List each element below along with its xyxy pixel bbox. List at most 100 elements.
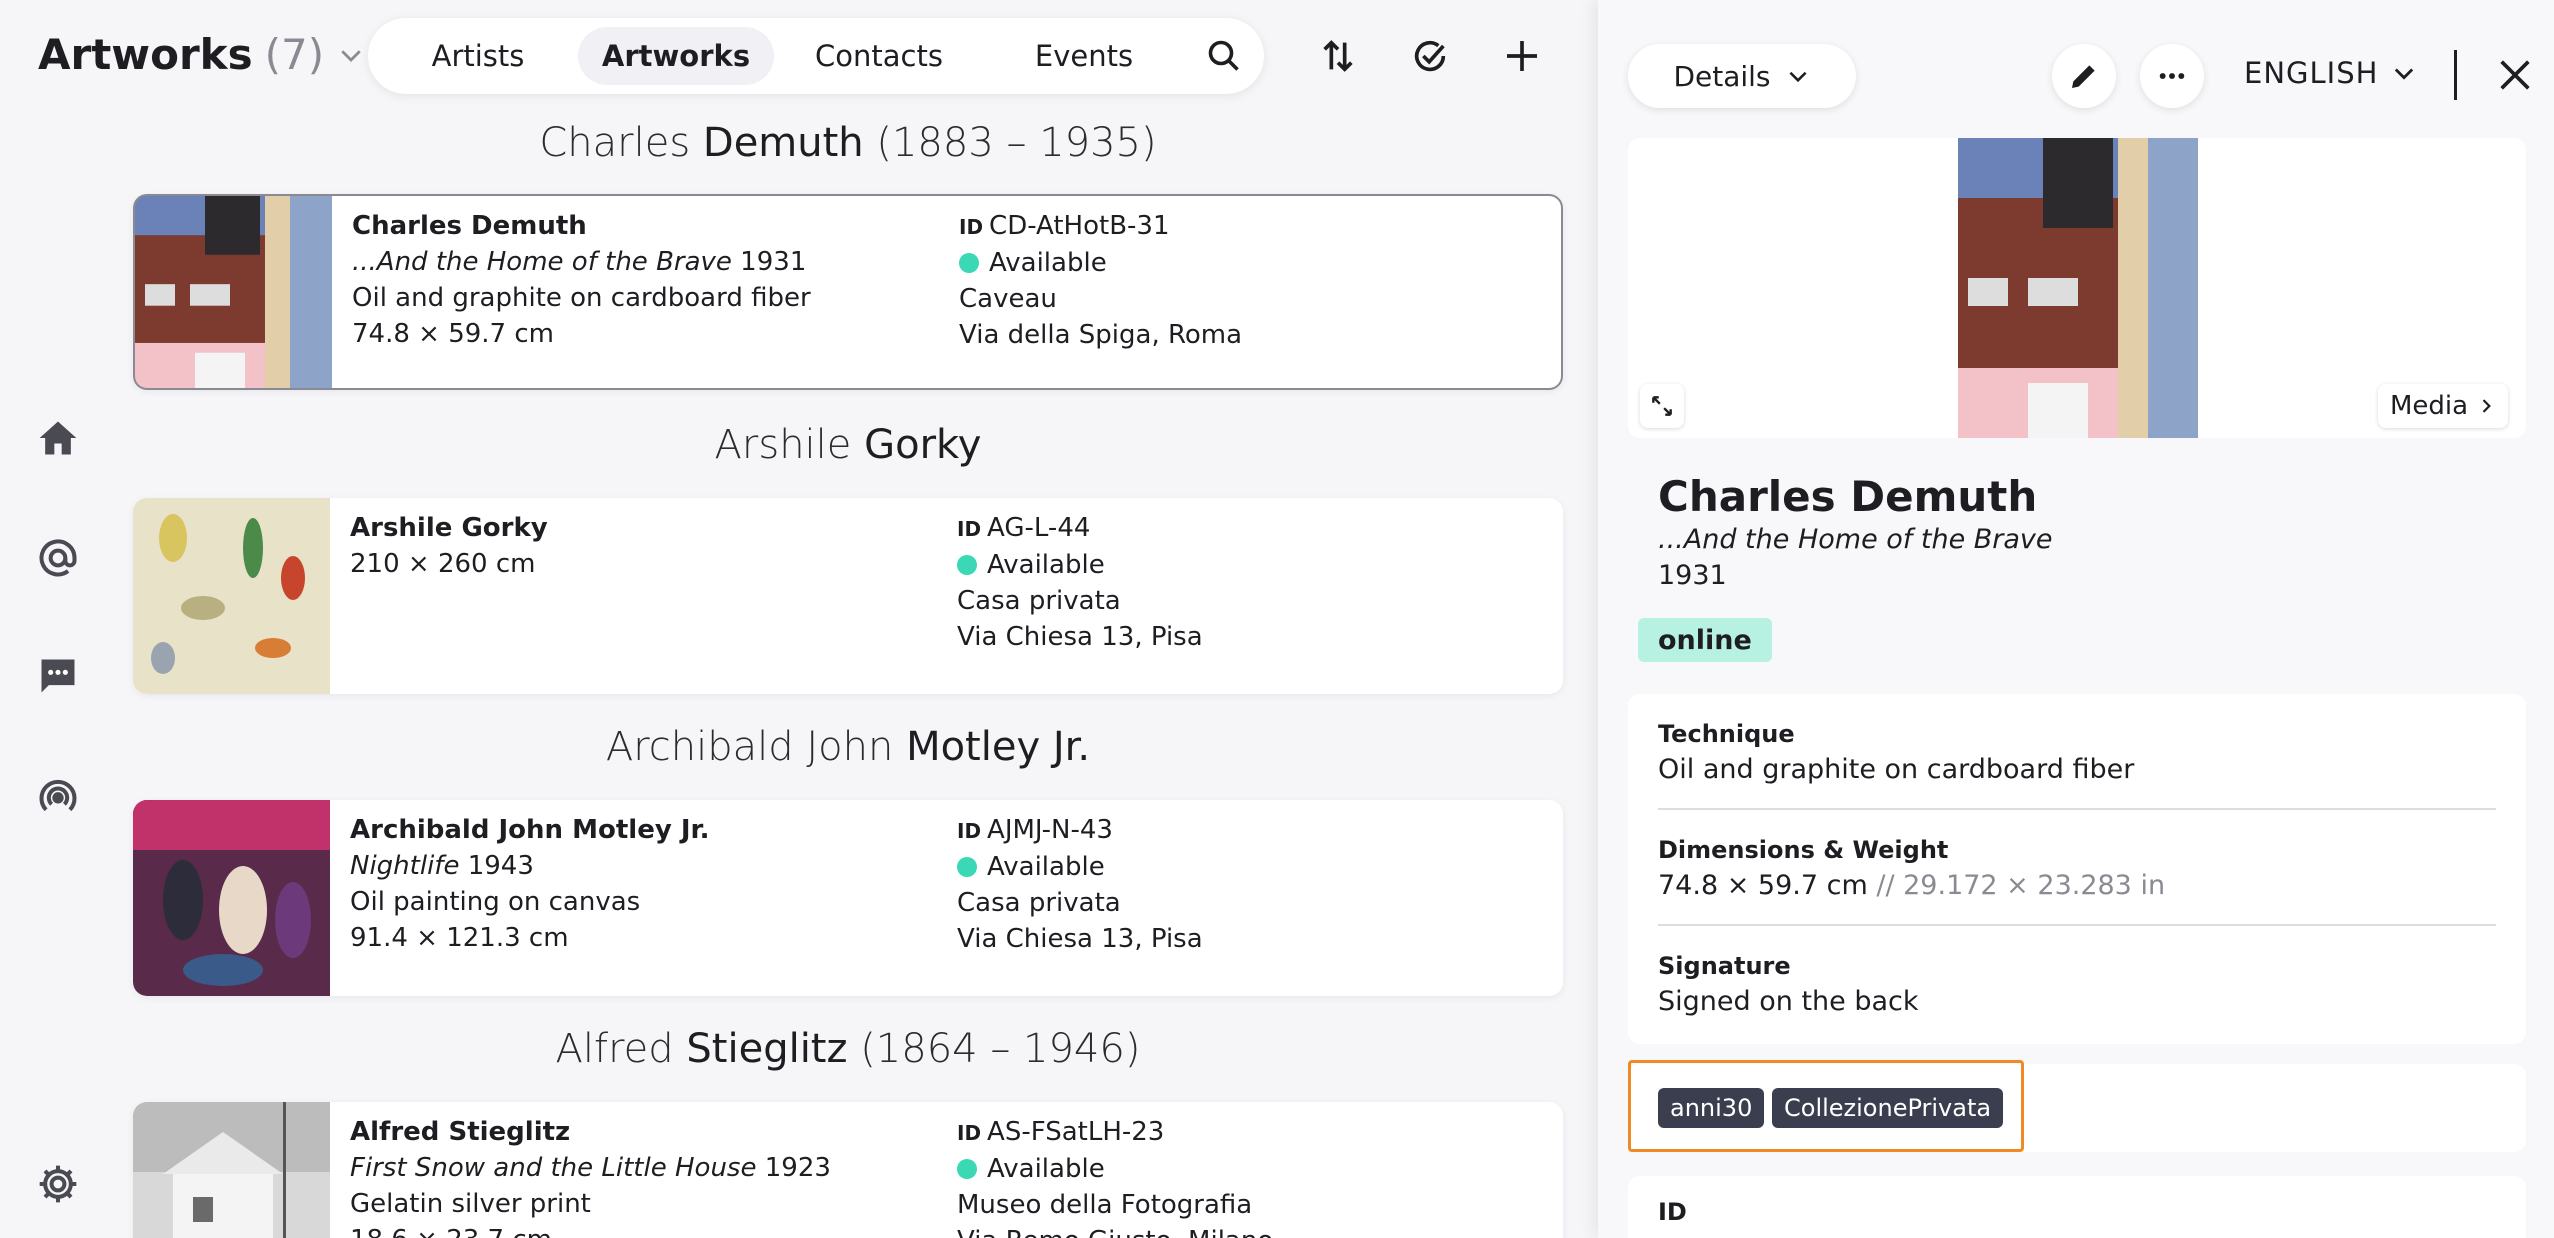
card-artwork-id: AS-FSatLH-23 [987,1117,1165,1147]
artwork-card[interactable]: Archibald John Motley Jr. Nightlife 1943… [133,800,1563,996]
select-button[interactable] [1404,30,1456,82]
card-status: Available [987,550,1105,580]
artist-last-name: Demuth [702,120,864,166]
artwork-card[interactable]: Charles Demuth ...And the Home of the Br… [133,194,1563,390]
id-label: ID [957,1121,982,1145]
card-status: Available [987,1154,1105,1184]
artist-last-name: Stieglitz [686,1026,848,1072]
tab-artworks[interactable]: Artworks [578,27,774,85]
card-artwork-year: 1923 [756,1153,831,1183]
artist-last-name: Gorky [864,422,982,468]
status-dot [957,555,977,575]
detail-artwork-title: ...And the Home of the Brave [1658,524,2053,555]
status-dot [957,857,977,877]
detail-artwork-year: 1931 [1658,560,1727,591]
media-preview: Media [1628,138,2526,438]
media-button-label: Media [2389,391,2469,421]
dimensions-row: Dimensions & Weight 74.8 × 59.7 cm // 29… [1658,836,2496,901]
close-icon [2500,60,2530,90]
artwork-thumbnail [133,800,330,996]
detail-id-label: ID [1658,1198,1687,1226]
status-dot [959,253,979,273]
search-button[interactable] [1194,26,1254,86]
card-status: Available [989,248,1107,278]
tab-artists[interactable]: Artists [378,27,578,85]
artist-first-name: Arshile [714,422,865,468]
tag-chip[interactable]: CollezionePrivata [1772,1088,2004,1128]
card-location: Casa privata [957,888,1121,918]
card-location: Museo della Fotografia [957,1190,1253,1220]
dimensions-label: Dimensions & Weight [1658,836,1949,864]
chat-icon[interactable] [34,652,82,700]
language-selector[interactable]: ENGLISH [2244,56,2418,90]
card-artwork-id: AJMJ-N-43 [987,815,1113,845]
detail-panel: Details ENGLISH Media Charles Demuth ...… [1598,0,2554,1238]
card-artwork-title: First Snow and the Little House [350,1153,757,1183]
tag-chip[interactable]: anni30 [1658,1088,1765,1128]
card-location: Caveau [959,284,1057,314]
card-address: Via Remo Giusto, Milano [957,1223,1273,1238]
card-artwork-year: 1931 [731,247,807,277]
settings-gear-icon[interactable] [34,1160,82,1208]
artist-dates: (1883 – 1935) [863,120,1157,166]
artist-group-heading: Archibald John Motley Jr. [133,724,1563,770]
edit-button[interactable] [2052,44,2116,108]
artwork-thumbnail [133,1102,330,1238]
plus-icon [1507,41,1537,71]
dimensions-cm: 74.8 × 59.7 cm [1658,870,1868,901]
artist-first-name: Charles [539,120,703,166]
artist-group-heading: Arshile Gorky [133,422,1563,468]
id-label: ID [959,215,984,239]
header-divider [2454,50,2457,100]
signature-value: Signed on the back [1658,986,1919,1017]
artwork-card[interactable]: Arshile Gorky 210 × 260 cm ID AG-L-44 Ava… [133,498,1563,694]
close-panel-button[interactable] [2490,50,2540,100]
artist-dates: (1864 – 1946) [847,1026,1141,1072]
artist-first-name: Archibald John [605,724,907,770]
artist-last-name: Motley Jr. [906,724,1091,770]
details-dropdown[interactable]: Details [1628,44,1856,108]
page-title[interactable]: Artworks (7) [38,30,366,79]
card-dimensions: 210 × 260 cm [350,549,536,579]
at-icon[interactable] [34,534,82,582]
card-technique: Oil painting on canvas [350,887,641,917]
check-circle-icon [1414,40,1446,72]
home-icon[interactable] [34,414,82,462]
card-location: Casa privata [957,586,1121,616]
detail-artist-name: Charles Demuth [1658,472,2038,521]
main-nav: Artists Artworks Contacts Events [368,18,1264,94]
id-label: ID [957,517,982,541]
card-dimensions: 18.6 × 23.7 cm [350,1222,831,1238]
divider [1658,924,2496,926]
card-artwork-year: 1943 [459,851,534,881]
broadcast-icon[interactable] [34,772,82,820]
card-dimensions: 74.8 × 59.7 cm [352,319,554,349]
card-address: Via Chiesa 13, Pisa [957,924,1203,954]
expand-icon [1652,396,1672,416]
card-address: Via della Spiga, Roma [959,320,1243,350]
chevron-down-icon [341,49,361,62]
add-button[interactable] [1496,30,1548,82]
sort-button[interactable] [1312,30,1364,82]
details-dropdown-label: Details [1673,59,1771,93]
dimensions-in: // 29.172 × 23.283 in [1867,870,2166,901]
card-artwork-title: ...And the Home of the Brave [352,247,732,277]
technique-value: Oil and graphite on cardboard fiber [1658,754,2135,785]
artwork-image [1958,138,2198,438]
card-dimensions: 91.4 × 121.3 cm [350,923,569,953]
artwork-thumbnail [135,196,332,388]
artwork-card[interactable]: Alfred Stieglitz First Snow and the Litt… [133,1102,1563,1238]
pencil-icon [2072,65,2095,88]
media-button[interactable]: Media [2378,384,2508,428]
more-options-button[interactable] [2140,44,2204,108]
artist-group-heading: Alfred Stieglitz (1864 – 1946) [133,1026,1563,1072]
expand-media-button[interactable] [1640,384,1684,428]
technique-row: Technique Oil and graphite on cardboard … [1658,720,2496,785]
technique-label: Technique [1658,720,1795,748]
signature-label: Signature [1658,952,1791,980]
tab-contacts[interactable]: Contacts [774,27,984,85]
card-status: Available [987,852,1105,882]
tab-events[interactable]: Events [984,27,1184,85]
chevron-down-icon [1789,71,1807,83]
page-title-text: Artworks [38,30,253,79]
